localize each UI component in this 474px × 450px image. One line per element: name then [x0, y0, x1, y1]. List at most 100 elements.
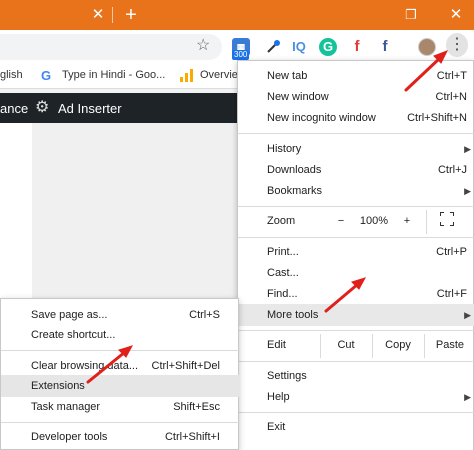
zoom-out-button[interactable]: − [330, 210, 352, 232]
menu-item-more-tools[interactable]: More tools ▶ [238, 304, 474, 326]
bookmark-item[interactable]: glish [0, 69, 23, 81]
analytics-icon [180, 69, 194, 82]
new-tab-icon[interactable]: + [121, 5, 141, 25]
chrome-main-menu: New tab Ctrl+T New window Ctrl+N New inc… [237, 60, 474, 450]
extension-badge-count: 300 [232, 50, 250, 60]
menu-item-settings[interactable]: Settings [238, 365, 474, 387]
menu-divider [238, 412, 474, 413]
menu-item-cast[interactable]: Cast... [238, 262, 474, 284]
zoom-in-button[interactable]: + [396, 210, 418, 232]
menu-divider [238, 237, 474, 238]
submenu-item-label: Save page as... [31, 309, 108, 321]
menu-row-edit: Edit Cut Copy Paste [238, 334, 474, 358]
gear-icon: ⚙ [35, 99, 50, 116]
submenu-item-create-shortcut[interactable]: Create shortcut... [1, 324, 240, 346]
menu-item-label: Exit [267, 421, 286, 433]
fullscreen-icon[interactable] [440, 212, 454, 226]
submenu-divider [1, 422, 240, 423]
copy-button[interactable]: Copy [373, 334, 423, 356]
f-red-extension-icon[interactable]: f [348, 38, 366, 56]
submenu-item-clear-browsing-data[interactable]: Clear browsing data... Ctrl+Shift+Del [1, 355, 240, 377]
menu-divider [238, 330, 474, 331]
menu-item-print[interactable]: Print... Ctrl+P [238, 241, 474, 263]
restore-icon[interactable]: ❐ [401, 5, 421, 25]
content-panel [32, 123, 242, 298]
paste-button[interactable]: Paste [425, 334, 474, 356]
title-bar: ✕ + ❐ ✕ [0, 0, 474, 30]
submenu-item-shortcut: Ctrl+Shift+Del [151, 360, 220, 372]
menu-row-zoom: Zoom − 100% + [238, 210, 474, 234]
menu-item-shortcut: Ctrl+J [437, 164, 467, 176]
menu-item-find[interactable]: Find... Ctrl+F [238, 283, 474, 305]
menu-item-label: Print... [267, 246, 299, 258]
submenu-item-label: Extensions [31, 380, 85, 392]
menu-item-exit[interactable]: Exit [238, 416, 474, 438]
bookmark-item[interactable]: Type in Hindi - Goo... [62, 69, 165, 81]
submenu-item-developer-tools[interactable]: Developer tools Ctrl+Shift+I [1, 426, 240, 448]
menu-item-history[interactable]: History ▶ [238, 138, 474, 160]
menu-item-label: New tab [267, 70, 308, 82]
menu-item-bookmarks[interactable]: Bookmarks ▶ [238, 180, 474, 202]
menu-item-shortcut: Ctrl+P [436, 246, 467, 258]
ad-inserter-label[interactable]: Ad Inserter [58, 101, 122, 116]
menu-item-label: Find... [267, 288, 298, 300]
submenu-item-extensions[interactable]: Extensions [1, 375, 240, 397]
submenu-divider [1, 350, 240, 351]
menu-item-label: Cast... [267, 267, 299, 279]
submenu-item-label: Task manager [31, 401, 101, 413]
menu-item-label: Downloads [267, 164, 322, 176]
menu-item-label: Settings [267, 370, 307, 382]
submenu-item-shortcut: Shift+Esc [173, 401, 220, 413]
menu-item-new-tab[interactable]: New tab Ctrl+T [238, 65, 474, 87]
menu-item-shortcut: Ctrl+Shift+N [407, 112, 467, 124]
menu-item-label: Help [267, 391, 290, 403]
menu-divider [238, 133, 474, 134]
submenu-item-shortcut: Ctrl+S [189, 309, 220, 321]
submenu-item-label: Developer tools [31, 431, 108, 443]
f-blue-extension-icon[interactable]: f [376, 38, 394, 56]
menu-item-help[interactable]: Help ▶ [238, 386, 474, 408]
submenu-item-label: Create shortcut... [31, 329, 116, 341]
menu-divider [238, 206, 474, 207]
profile-avatar[interactable] [418, 38, 436, 56]
google-icon: G [41, 68, 52, 83]
tab-separator [112, 7, 113, 23]
zoom-value: 100% [359, 215, 389, 227]
window-close-icon[interactable]: ✕ [446, 5, 466, 25]
submenu-item-task-manager[interactable]: Task manager Shift+Esc [1, 396, 240, 418]
menu-item-shortcut: Ctrl+F [436, 288, 467, 300]
submenu-item-label: Clear browsing data... [31, 360, 138, 372]
menu-item-new-incognito-window[interactable]: New incognito window Ctrl+Shift+N [238, 107, 474, 129]
address-bar[interactable] [0, 34, 222, 60]
zoom-divider [426, 210, 427, 234]
bookmark-star-icon[interactable]: ☆ [196, 35, 210, 55]
submenu-item-save-page[interactable]: Save page as... Ctrl+S [1, 304, 240, 326]
menu-item-shortcut: Ctrl+N [435, 91, 467, 103]
submenu-arrow-icon: ▶ [464, 392, 471, 402]
more-tools-submenu: Save page as... Ctrl+S Create shortcut..… [0, 298, 240, 450]
grammarly-icon[interactable]: G [319, 38, 337, 56]
submenu-item-shortcut: Ctrl+Shift+I [164, 431, 220, 443]
admin-menu-item[interactable]: ance [0, 101, 28, 116]
menu-divider [238, 361, 474, 362]
cut-button[interactable]: Cut [321, 334, 371, 356]
submenu-arrow-icon: ▶ [464, 144, 471, 154]
menu-item-label: New window [267, 91, 329, 103]
eyedropper-icon[interactable] [264, 38, 282, 56]
bookmark-item[interactable]: Overvie [200, 69, 238, 81]
menu-item-label: History [267, 143, 302, 155]
tab-close-icon[interactable]: ✕ [88, 5, 108, 25]
menu-item-shortcut: Ctrl+T [436, 70, 467, 82]
more-menu-icon[interactable]: ⋮ [446, 33, 468, 57]
zoom-label: Zoom [267, 215, 296, 227]
browser-toolbar: ☆ ▦ 300 IQ G f f ⋮ [0, 30, 474, 63]
iq-extension-icon[interactable]: IQ [290, 38, 308, 56]
menu-item-downloads[interactable]: Downloads Ctrl+J [238, 159, 474, 181]
menu-item-label: New incognito window [267, 112, 376, 124]
menu-item-label: Bookmarks [267, 185, 323, 197]
edit-label: Edit [267, 339, 286, 351]
screenshot: ✕ + ❐ ✕ ☆ ▦ 300 IQ G f f ⋮ glish G Type … [0, 0, 474, 450]
submenu-arrow-icon: ▶ [464, 186, 471, 196]
menu-item-new-window[interactable]: New window Ctrl+N [238, 86, 474, 108]
menu-item-label: More tools [267, 309, 319, 321]
